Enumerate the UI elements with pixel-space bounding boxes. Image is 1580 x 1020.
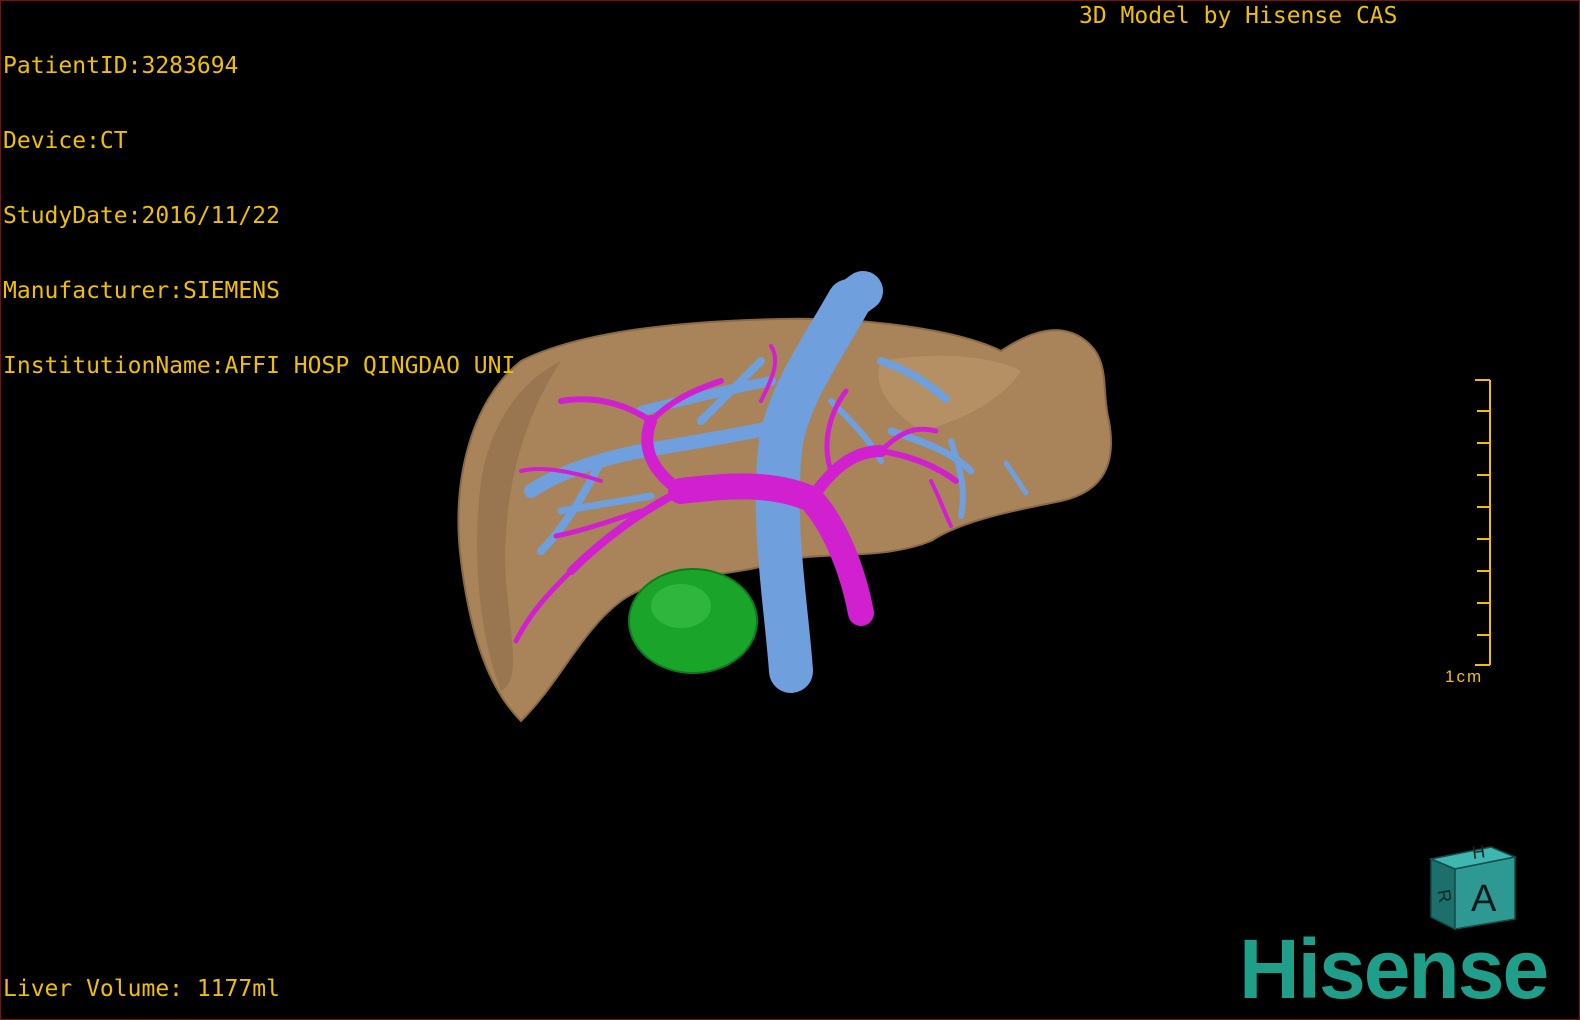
svg-text:H: H bbox=[1471, 841, 1487, 863]
gallbladder-highlight bbox=[651, 584, 711, 628]
institution-name: InstitutionName:AFFI HOSP QINGDAO UNI bbox=[3, 353, 516, 379]
patient-id: PatientID:3283694 bbox=[3, 53, 239, 79]
svg-text:A: A bbox=[1471, 878, 1497, 920]
orientation-cube-icon[interactable]: H A R bbox=[1421, 839, 1521, 935]
study-date: StudyDate:2016/11/22 bbox=[3, 203, 280, 229]
scale-label: 1cm bbox=[1445, 667, 1484, 686]
device: Device:CT bbox=[3, 128, 128, 154]
3d-viewport[interactable]: PatientID:3283694 Device:CT StudyDate:20… bbox=[0, 0, 1580, 1020]
patient-info-panel: PatientID:3283694 Device:CT StudyDate:20… bbox=[3, 4, 515, 429]
scale-bar bbox=[1475, 379, 1491, 666]
liver-volume: Liver Volume: 1177ml bbox=[3, 976, 280, 1002]
manufacturer: Manufacturer:SIEMENS bbox=[3, 278, 280, 304]
model-credit: 3D Model by Hisense CAS bbox=[1079, 3, 1398, 29]
hisense-logo: Hisense bbox=[1239, 922, 1549, 1016]
